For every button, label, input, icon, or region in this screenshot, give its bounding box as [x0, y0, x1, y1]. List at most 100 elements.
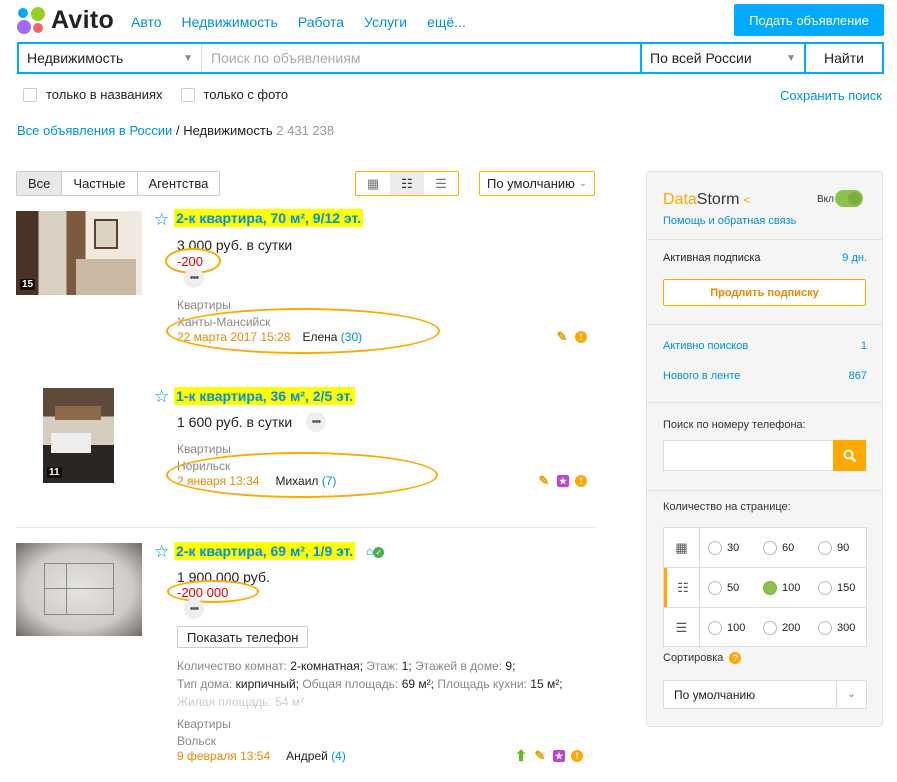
checkbox[interactable] — [180, 87, 195, 102]
arrow-up-icon[interactable]: ⬆ — [515, 748, 528, 765]
nav-services[interactable]: Услуги — [364, 14, 407, 30]
option-label: 300 — [837, 622, 856, 634]
radio-selected[interactable] — [763, 580, 777, 595]
radio[interactable] — [763, 621, 777, 635]
sort-label: Сортировка — [663, 652, 724, 664]
per-page-row-grid: ▦ 30 60 90 — [664, 528, 866, 568]
nav-realty[interactable]: Недвижимость — [182, 14, 278, 30]
more-icon[interactable]: ••• — [306, 412, 326, 432]
per-page-option[interactable]: 150 — [810, 580, 865, 595]
favorite-star-icon[interactable]: ☆ — [154, 211, 169, 228]
tab-private[interactable]: Частные — [62, 172, 138, 195]
radio[interactable] — [708, 621, 722, 635]
edit-pencil-icon[interactable]: ✎ — [533, 748, 547, 763]
compact-view-icon: ☰ — [664, 608, 700, 648]
per-page-option[interactable]: 300 — [810, 621, 865, 635]
logo-dots-icon — [17, 6, 47, 35]
radio[interactable] — [818, 580, 832, 595]
radio[interactable] — [818, 540, 832, 555]
new-in-feed-row[interactable]: Нового в ленте 867 — [663, 370, 867, 382]
subscription-row: Активная подписка 9 дн. — [663, 252, 867, 264]
listing-photo[interactable]: 15 — [16, 211, 142, 295]
per-page-option[interactable]: 50 — [700, 580, 755, 595]
list-view-icon[interactable]: ☷ — [390, 172, 424, 195]
highlight-oval — [166, 452, 438, 498]
divider — [647, 402, 882, 403]
per-page-option[interactable]: 60 — [755, 540, 810, 555]
avito-logo[interactable]: Avito — [17, 6, 114, 35]
filter-titles-only[interactable]: только в названиях — [23, 87, 163, 102]
breadcrumb-root[interactable]: Все объявления в России — [17, 123, 172, 138]
listing-title[interactable]: 2-к квартира, 69 м², 1/9 эт. — [174, 542, 356, 560]
phone-search-input[interactable] — [663, 440, 834, 471]
search-icon[interactable] — [833, 440, 866, 471]
header: Avito Авто Недвижимость Работа Услуги ещ… — [0, 0, 897, 42]
param-label: Площадь кухни: — [437, 677, 527, 691]
extend-subscription-button[interactable]: Продлить подписку — [663, 279, 866, 306]
warning-icon[interactable]: ! — [575, 331, 587, 343]
per-page-label: Количество на странице: — [663, 501, 791, 513]
verified-house-icon: ⌂ ✓ — [366, 544, 385, 558]
per-page-option[interactable]: 90 — [810, 540, 865, 555]
tab-all[interactable]: Все — [17, 172, 63, 195]
radio[interactable] — [708, 540, 722, 555]
param-label: Этаж: — [366, 659, 399, 673]
per-page-option[interactable]: 30 — [700, 540, 755, 555]
more-icon[interactable]: ••• — [184, 268, 204, 288]
nav-more[interactable]: ещё... — [427, 14, 466, 30]
grid-view-icon[interactable]: ▦ — [356, 172, 390, 195]
favorite-star-icon[interactable]: ☆ — [154, 543, 169, 560]
listing-date-row: 9 февраля 13:54 Андрей (4) — [177, 749, 346, 763]
checkbox[interactable] — [23, 87, 37, 102]
compact-view-icon[interactable]: ☰ — [424, 172, 458, 195]
listing-title[interactable]: 2-к квартира, 70 м², 9/12 эт. — [174, 209, 363, 227]
premium-star-icon[interactable]: ★ — [557, 475, 569, 487]
breadcrumb-sep: / — [175, 123, 180, 138]
active-searches-label: Активно поисков — [663, 340, 749, 352]
param-value: 9; — [505, 659, 516, 673]
help-question-icon[interactable]: ? — [729, 652, 742, 664]
search-input[interactable]: Поиск по объявлениям — [202, 44, 640, 72]
sidebar-sort-select[interactable]: По умолчанию ⌄ — [663, 680, 867, 709]
warning-icon[interactable]: ! — [575, 475, 587, 487]
sort-value: По умолчанию — [487, 176, 575, 191]
post-ad-button[interactable]: Подать объявление — [734, 4, 884, 36]
listing-category: Квартиры — [177, 717, 231, 731]
option-label: 50 — [727, 581, 740, 594]
tab-agencies[interactable]: Агентства — [138, 172, 220, 195]
radio[interactable] — [763, 540, 777, 555]
help-link[interactable]: Помощь и обратная связь — [663, 215, 796, 227]
radio[interactable] — [818, 621, 832, 635]
edit-pencil-icon[interactable]: ✎ — [537, 473, 551, 488]
per-page-option[interactable]: 100 — [755, 580, 810, 595]
favorite-star-icon[interactable]: ☆ — [154, 388, 169, 405]
grid-view-icon: ▦ — [664, 528, 700, 567]
nav-auto[interactable]: Авто — [131, 14, 162, 30]
more-icon[interactable]: ••• — [184, 599, 204, 619]
listing-title[interactable]: 1-к квартира, 36 м², 2/5 эт. — [174, 387, 356, 405]
listing-photo[interactable]: 11 — [43, 388, 114, 483]
category-select[interactable]: Недвижимость ▼ — [19, 44, 202, 72]
radio[interactable] — [708, 580, 722, 595]
subscription-label: Активная подписка — [663, 252, 761, 264]
find-button[interactable]: Найти — [804, 44, 882, 72]
per-page-option[interactable]: 200 — [755, 621, 810, 635]
warning-icon[interactable]: ! — [571, 750, 583, 762]
region-select[interactable]: По всей России ▼ — [640, 44, 804, 72]
listing-photo[interactable] — [16, 543, 142, 636]
share-icon[interactable]: < — [743, 193, 750, 207]
filter-with-photo[interactable]: только с фото — [180, 87, 288, 102]
option-label: 150 — [837, 581, 856, 594]
per-page-option[interactable]: 100 — [700, 621, 755, 635]
edit-pencil-icon[interactable]: ✎ — [555, 329, 569, 344]
show-phone-button[interactable]: Показать телефон — [177, 626, 309, 648]
datastorm-brand: DataStorm < — [663, 191, 750, 209]
save-search-link[interactable]: Сохранить поиск — [780, 88, 882, 103]
option-label: 100 — [782, 581, 801, 594]
seller-count-link[interactable]: (4) — [331, 749, 346, 763]
sort-dropdown[interactable]: По умолчанию ⌄ — [479, 171, 595, 196]
premium-star-icon[interactable]: ★ — [553, 750, 565, 762]
nav-jobs[interactable]: Работа — [298, 14, 344, 30]
active-searches-row[interactable]: Активно поисков 1 — [663, 340, 867, 352]
enable-toggle[interactable] — [835, 190, 863, 207]
